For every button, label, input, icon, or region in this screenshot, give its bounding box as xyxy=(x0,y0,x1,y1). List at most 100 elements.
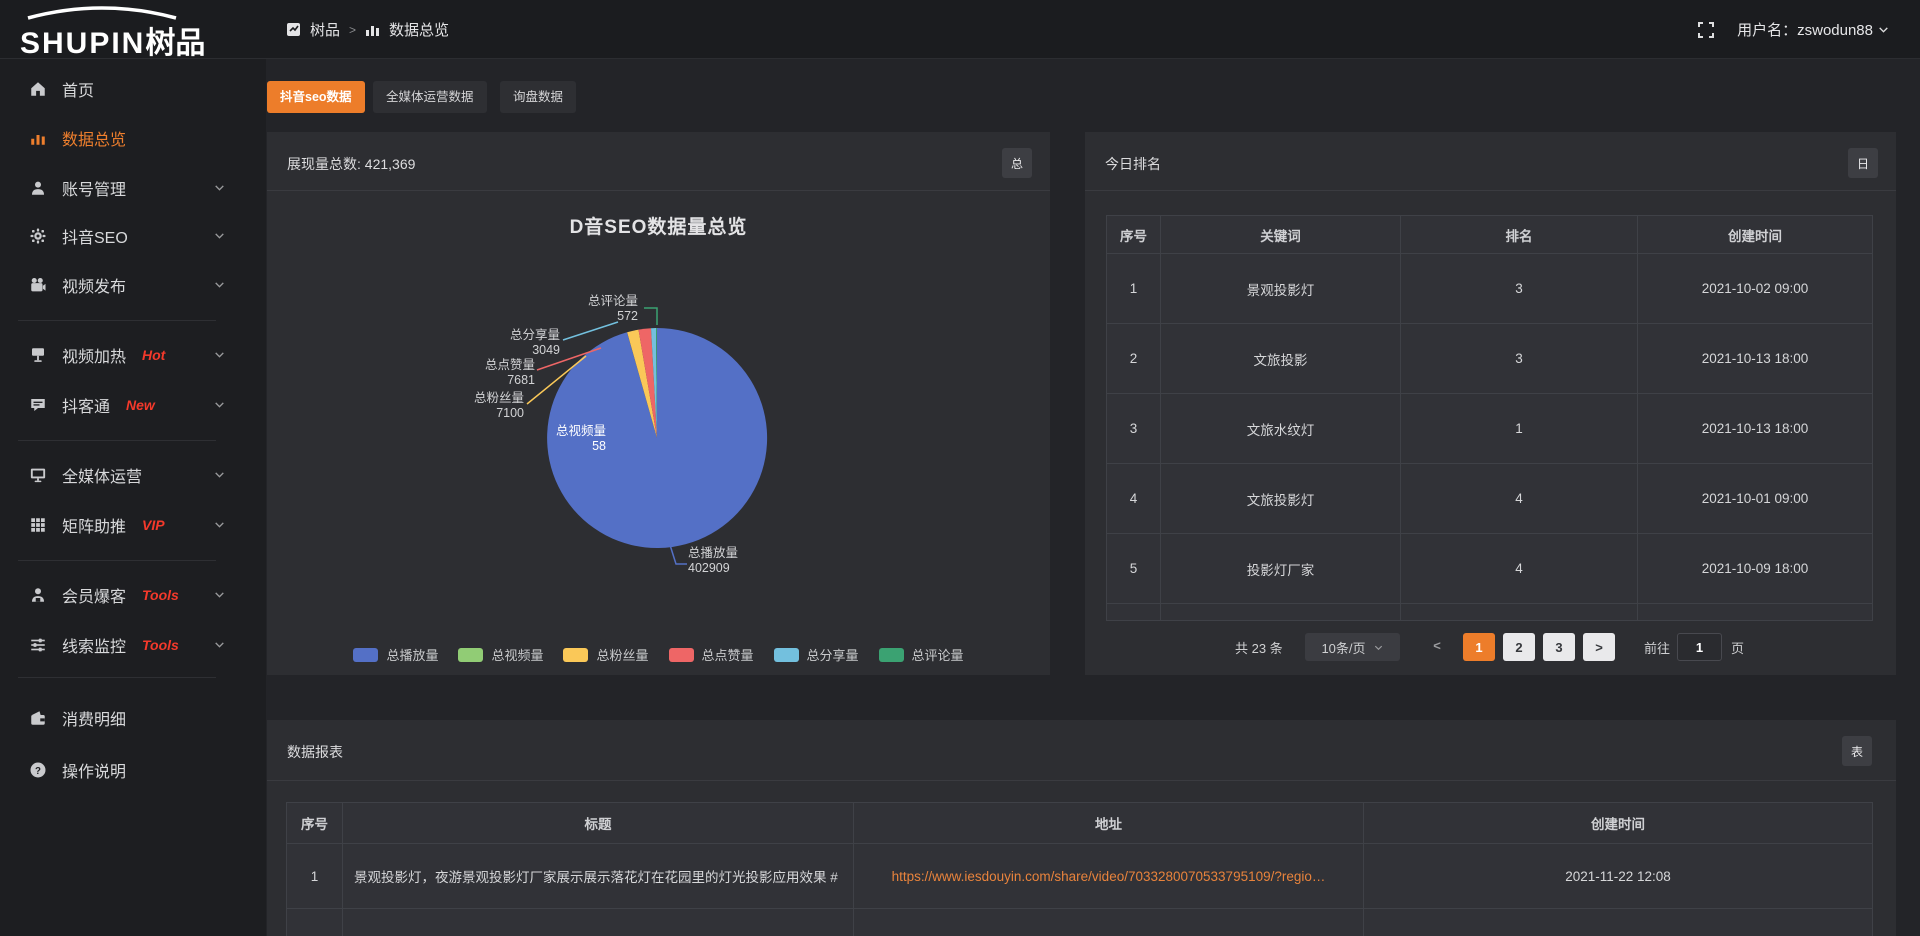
sidebar-item-label: 首页 xyxy=(62,77,94,101)
tab-omni-media-data[interactable]: 全媒体运营数据 xyxy=(373,81,487,113)
sidebar-item-video-heat[interactable]: 视频加热 Hot xyxy=(0,335,266,375)
legend-item-share[interactable]: 总分享量 xyxy=(774,645,859,664)
report-table-row: 1 景观投影灯，夜游景观投影灯厂家展示展示落花灯在花园里的灯光投影应用效果 # … xyxy=(287,844,1872,909)
page-button-1[interactable]: 1 xyxy=(1463,633,1495,661)
cell-url-link[interactable]: https://www.iesdouyin.com/share/video/70… xyxy=(854,844,1364,908)
cell-time: 2021-10-01 09:00 xyxy=(1638,464,1872,533)
rank-table-header: 序号 关键词 排名 创建时间 xyxy=(1107,216,1872,254)
col-header-no: 序号 xyxy=(1107,216,1161,253)
chevron-down-icon xyxy=(213,348,226,361)
sidebar-item-account[interactable]: 账号管理 xyxy=(0,168,266,208)
table-toggle-button[interactable]: 表 xyxy=(1842,736,1872,766)
sidebar-item-matrix-boost[interactable]: 矩阵助推 VIP xyxy=(0,505,266,545)
dashboard-root: SHUPIN树品 树品 > 数据总览 用户名：zswodun88 首页 数据总览 xyxy=(0,0,1920,936)
cell-keyword: 投影灯厂家 xyxy=(1161,534,1401,603)
legend-item-video[interactable]: 总视频量 xyxy=(458,645,543,664)
pagination-total: 共 23 条 xyxy=(1235,638,1283,657)
member-icon xyxy=(28,585,48,605)
pie-label-fans: 总粉丝量7100 xyxy=(474,391,524,421)
sidebar-item-douyin-seo[interactable]: 抖音SEO xyxy=(0,216,266,256)
sidebar-divider xyxy=(18,677,216,678)
chevron-down-icon xyxy=(213,278,226,291)
page-size-select[interactable]: 10条/页 xyxy=(1305,633,1400,661)
page-size-value: 10条/页 xyxy=(1321,638,1365,657)
sidebar-item-clue-monitor[interactable]: 线索监控 Tools xyxy=(0,625,266,665)
sidebar-item-home[interactable]: 首页 xyxy=(0,69,266,109)
sliders-icon xyxy=(28,635,48,655)
tab-inquiry-data[interactable]: 询盘数据 xyxy=(500,81,576,113)
day-toggle-button[interactable]: 日 xyxy=(1848,148,1878,178)
cell-empty xyxy=(1364,909,1872,936)
chevron-down-icon xyxy=(213,398,226,411)
sidebar-item-data-overview[interactable]: 数据总览 xyxy=(0,118,266,158)
cell-keyword: 文旅水纹灯 xyxy=(1161,394,1401,463)
sidebar-nav: 首页 数据总览 账号管理 抖音SEO 视频发布 视频加热 Hot xyxy=(0,59,266,936)
video-camera-icon xyxy=(28,275,48,295)
cell-empty xyxy=(1161,604,1401,620)
sidebar-item-omni-media[interactable]: 全媒体运营 xyxy=(0,455,266,495)
vip-tag: VIP xyxy=(142,517,165,533)
sidebar-item-label: 视频加热 xyxy=(62,343,126,367)
cell-no: 4 xyxy=(1107,464,1161,533)
sidebar-item-spend-detail[interactable]: 消费明细 xyxy=(0,698,266,738)
cell-no: 3 xyxy=(1107,394,1161,463)
svg-text:?: ? xyxy=(35,766,41,777)
leader-line-share xyxy=(563,322,618,340)
rank-table-row: 3 文旅水纹灯 1 2021-10-13 18:00 xyxy=(1107,394,1872,464)
legend-item-like[interactable]: 总点赞量 xyxy=(669,645,754,664)
goto-page-input[interactable]: 1 xyxy=(1677,633,1722,661)
sidebar-item-video-publish[interactable]: 视频发布 xyxy=(0,265,266,305)
user-icon xyxy=(28,178,48,198)
legend-chip xyxy=(879,648,904,662)
username-label: 用户名：zswodun88 xyxy=(1737,19,1873,40)
col-header-title: 标题 xyxy=(343,803,854,843)
sidebar-item-label: 矩阵助推 xyxy=(62,513,126,537)
cell-rank: 3 xyxy=(1401,324,1638,393)
col-header-time: 创建时间 xyxy=(1364,803,1872,843)
report-table-header: 序号 标题 地址 创建时间 xyxy=(287,803,1872,844)
question-circle-icon: ? xyxy=(28,760,48,780)
pie-legend: 总播放量 总视频量 总粉丝量 总点赞量 总分享量 总评论量 xyxy=(267,645,1050,664)
cell-rank: 4 xyxy=(1401,464,1638,533)
legend-item-fans[interactable]: 总粉丝量 xyxy=(563,645,648,664)
cell-empty xyxy=(854,909,1364,936)
rank-table: 序号 关键词 排名 创建时间 1 景观投影灯 3 2021-10-02 09:0… xyxy=(1106,215,1873,621)
sidebar-item-label: 视频发布 xyxy=(62,273,126,297)
cell-empty xyxy=(343,909,854,936)
chevron-down-icon xyxy=(213,638,226,651)
sidebar-item-doukertong[interactable]: 抖客通 New xyxy=(0,385,266,425)
cell-rank: 4 xyxy=(1401,534,1638,603)
breadcrumb-root[interactable]: 树品 xyxy=(310,19,340,40)
rank-table-row: 5 投影灯厂家 4 2021-10-09 18:00 xyxy=(1107,534,1872,604)
prev-page-button[interactable]: < xyxy=(1429,638,1445,653)
seo-chart-card: 展现量总数: 421,369 总 D音SEO数据量总览 总评论量572 总分享量… xyxy=(267,132,1050,675)
sidebar-item-label: 抖客通 xyxy=(62,393,110,417)
page-button-2[interactable]: 2 xyxy=(1503,633,1535,661)
breadcrumb: 树品 > 数据总览 xyxy=(286,0,449,59)
legend-chip xyxy=(353,648,378,662)
sidebar-item-help[interactable]: ? 操作说明 xyxy=(0,750,266,790)
page-button-3[interactable]: 3 xyxy=(1543,633,1575,661)
report-table-empty-row xyxy=(287,909,1872,936)
next-page-button[interactable]: > xyxy=(1583,633,1615,661)
rank-table-row: 4 文旅投影灯 4 2021-10-01 09:00 xyxy=(1107,464,1872,534)
cell-title: 景观投影灯，夜游景观投影灯厂家展示展示落花灯在花园里的灯光投影应用效果 # xyxy=(343,844,854,908)
pie-label-comment: 总评论量572 xyxy=(588,294,638,324)
legend-chip xyxy=(563,648,588,662)
fullscreen-icon[interactable] xyxy=(1697,21,1715,39)
chevron-down-icon xyxy=(1877,23,1890,36)
header-right-area: 用户名：zswodun88 xyxy=(1697,0,1890,59)
pie-label-video: 总视频量58 xyxy=(556,424,606,454)
sidebar-item-label: 账号管理 xyxy=(62,176,126,200)
legend-item-comment[interactable]: 总评论量 xyxy=(879,645,964,664)
legend-item-play[interactable]: 总播放量 xyxy=(353,645,438,664)
sidebar-item-member-leads[interactable]: 会员爆客 Tools xyxy=(0,575,266,615)
rank-table-row: 2 文旅投影 3 2021-10-13 18:00 xyxy=(1107,324,1872,394)
sidebar-divider xyxy=(18,440,216,441)
col-header-keyword: 关键词 xyxy=(1161,216,1401,253)
brand-logo: SHUPIN树品 xyxy=(18,6,258,56)
bar-chart-icon xyxy=(28,128,48,148)
tab-douyin-seo-data[interactable]: 抖音seo数据 xyxy=(267,81,365,113)
user-menu[interactable]: 用户名：zswodun88 xyxy=(1737,19,1890,40)
monitor-icon xyxy=(28,465,48,485)
